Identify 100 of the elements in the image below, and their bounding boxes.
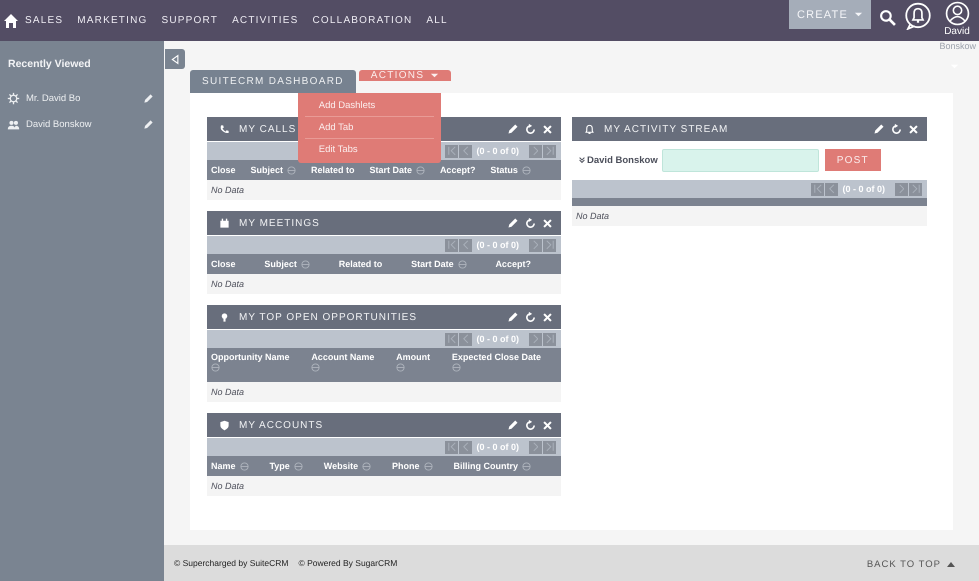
refresh-icon[interactable]	[524, 216, 537, 230]
edit-icon[interactable]	[143, 118, 154, 130]
column-header[interactable]: Status	[490, 165, 518, 175]
edit-icon[interactable]	[873, 123, 885, 135]
sort-icon[interactable]	[300, 260, 310, 268]
column-header[interactable]: Expected Close Date	[452, 352, 541, 362]
sort-icon[interactable]	[522, 166, 531, 174]
previous-page-button[interactable]	[825, 182, 838, 196]
column-header[interactable]: Start Date	[411, 259, 454, 269]
chevron-left-icon	[463, 334, 469, 344]
previous-page-button[interactable]	[459, 332, 472, 346]
first-page-button[interactable]	[811, 182, 824, 196]
nav-item[interactable]: COLLABORATION	[312, 15, 412, 26]
chevron-bar-left-icon	[814, 184, 822, 194]
column-header[interactable]: Subject	[264, 259, 297, 269]
column-header[interactable]: Related to	[310, 165, 354, 175]
last-page-button[interactable]	[543, 144, 556, 158]
close-icon[interactable]	[542, 312, 553, 322]
previous-page-button[interactable]	[459, 440, 472, 454]
edit-icon[interactable]	[143, 92, 154, 104]
pagination-text: (0 - 0 of 0)	[475, 334, 520, 344]
edit-icon[interactable]	[507, 217, 519, 229]
recent-item[interactable]: David Bonskow	[26, 118, 137, 130]
column-header[interactable]: Phone	[392, 461, 420, 471]
close-icon[interactable]	[542, 124, 553, 134]
column-header[interactable]: Website	[324, 461, 358, 471]
first-page-button[interactable]	[445, 332, 458, 346]
column-header[interactable]: Accept?	[495, 259, 531, 269]
close-icon[interactable]	[542, 420, 553, 430]
edit-icon[interactable]	[507, 123, 519, 135]
back-to-top-link[interactable]: BACK TO TOP	[866, 559, 956, 570]
refresh-icon[interactable]	[524, 310, 537, 324]
notifications-icon[interactable]	[904, 2, 932, 30]
sort-icon[interactable]	[396, 363, 406, 372]
sort-icon[interactable]	[287, 166, 296, 174]
first-page-button[interactable]	[445, 144, 458, 158]
sort-icon[interactable]	[362, 462, 372, 470]
post-button[interactable]: POST	[824, 149, 881, 171]
last-page-button[interactable]	[543, 332, 556, 346]
post-input[interactable]	[662, 148, 819, 172]
nav-item[interactable]: ALL	[426, 15, 448, 26]
column-header[interactable]: Type	[269, 461, 290, 471]
column-header[interactable]: Opportunity Name	[211, 352, 290, 362]
refresh-icon[interactable]	[524, 418, 537, 432]
actions-button[interactable]: ACTIONS	[358, 70, 452, 81]
user-name[interactable]: David	[944, 26, 970, 37]
column-header[interactable]: Subject	[250, 165, 283, 175]
sort-icon[interactable]	[522, 462, 531, 470]
next-page-button[interactable]	[529, 332, 542, 346]
search-icon[interactable]	[879, 9, 896, 26]
create-button[interactable]: CREATE	[788, 0, 871, 29]
sort-icon[interactable]	[240, 462, 249, 470]
previous-page-button[interactable]	[459, 144, 472, 158]
next-page-button[interactable]	[529, 144, 542, 158]
column-header[interactable]: Accept?	[440, 165, 476, 175]
sort-icon[interactable]	[416, 166, 425, 174]
sort-icon[interactable]	[458, 260, 467, 268]
next-page-button[interactable]	[529, 238, 542, 252]
sort-icon[interactable]	[294, 462, 303, 470]
last-page-button[interactable]	[543, 238, 556, 252]
last-page-button[interactable]	[543, 440, 556, 454]
column-header[interactable]: Related to	[338, 259, 382, 269]
next-page-button[interactable]	[895, 182, 908, 196]
column-header[interactable]: Amount	[396, 352, 430, 362]
nav-item[interactable]: ACTIVITIES	[232, 15, 299, 26]
sort-icon[interactable]	[211, 363, 220, 372]
previous-page-button[interactable]	[459, 238, 472, 252]
refresh-icon[interactable]	[890, 122, 903, 136]
nav-item[interactable]: MARKETING	[77, 15, 148, 26]
edit-icon[interactable]	[507, 311, 519, 323]
first-page-button[interactable]	[445, 238, 458, 252]
column-header[interactable]: Close	[211, 259, 236, 269]
edit-icon[interactable]	[507, 419, 519, 431]
user-name: David Bonskow	[587, 154, 658, 166]
column-header[interactable]: Close	[211, 165, 236, 175]
sort-icon[interactable]	[424, 462, 433, 470]
column-header[interactable]: Billing Country	[453, 461, 518, 471]
dashboard-tab[interactable]: SUITECRM DASHBOARD	[190, 70, 356, 93]
column-header[interactable]: Account Name	[311, 352, 374, 362]
nav-item[interactable]: SALES	[25, 15, 64, 26]
sort-icon[interactable]	[311, 363, 320, 372]
nav-item[interactable]: SUPPORT	[162, 15, 218, 26]
sort-icon[interactable]	[452, 363, 461, 372]
last-page-button[interactable]	[909, 182, 922, 196]
collapse-sidebar-button[interactable]	[165, 49, 185, 69]
menu-item[interactable]: Add Tab	[304, 116, 434, 138]
column-header[interactable]: Start Date	[369, 165, 412, 175]
home-icon[interactable]	[3, 12, 19, 28]
menu-item[interactable]: Edit Tabs	[304, 138, 434, 160]
close-icon[interactable]	[542, 218, 553, 228]
avatar-icon[interactable]	[944, 1, 970, 26]
footer-credit: © Supercharged by SuiteCRM	[174, 558, 288, 568]
close-icon[interactable]	[908, 124, 919, 134]
next-page-button[interactable]	[529, 440, 542, 454]
recent-item[interactable]: Mr. David Bo	[26, 92, 137, 104]
refresh-icon[interactable]	[524, 122, 537, 136]
first-page-button[interactable]	[445, 440, 458, 454]
expand-icon[interactable]	[578, 156, 586, 164]
column-header[interactable]: Name	[211, 461, 236, 471]
menu-item[interactable]: Add Dashlets	[304, 95, 434, 116]
